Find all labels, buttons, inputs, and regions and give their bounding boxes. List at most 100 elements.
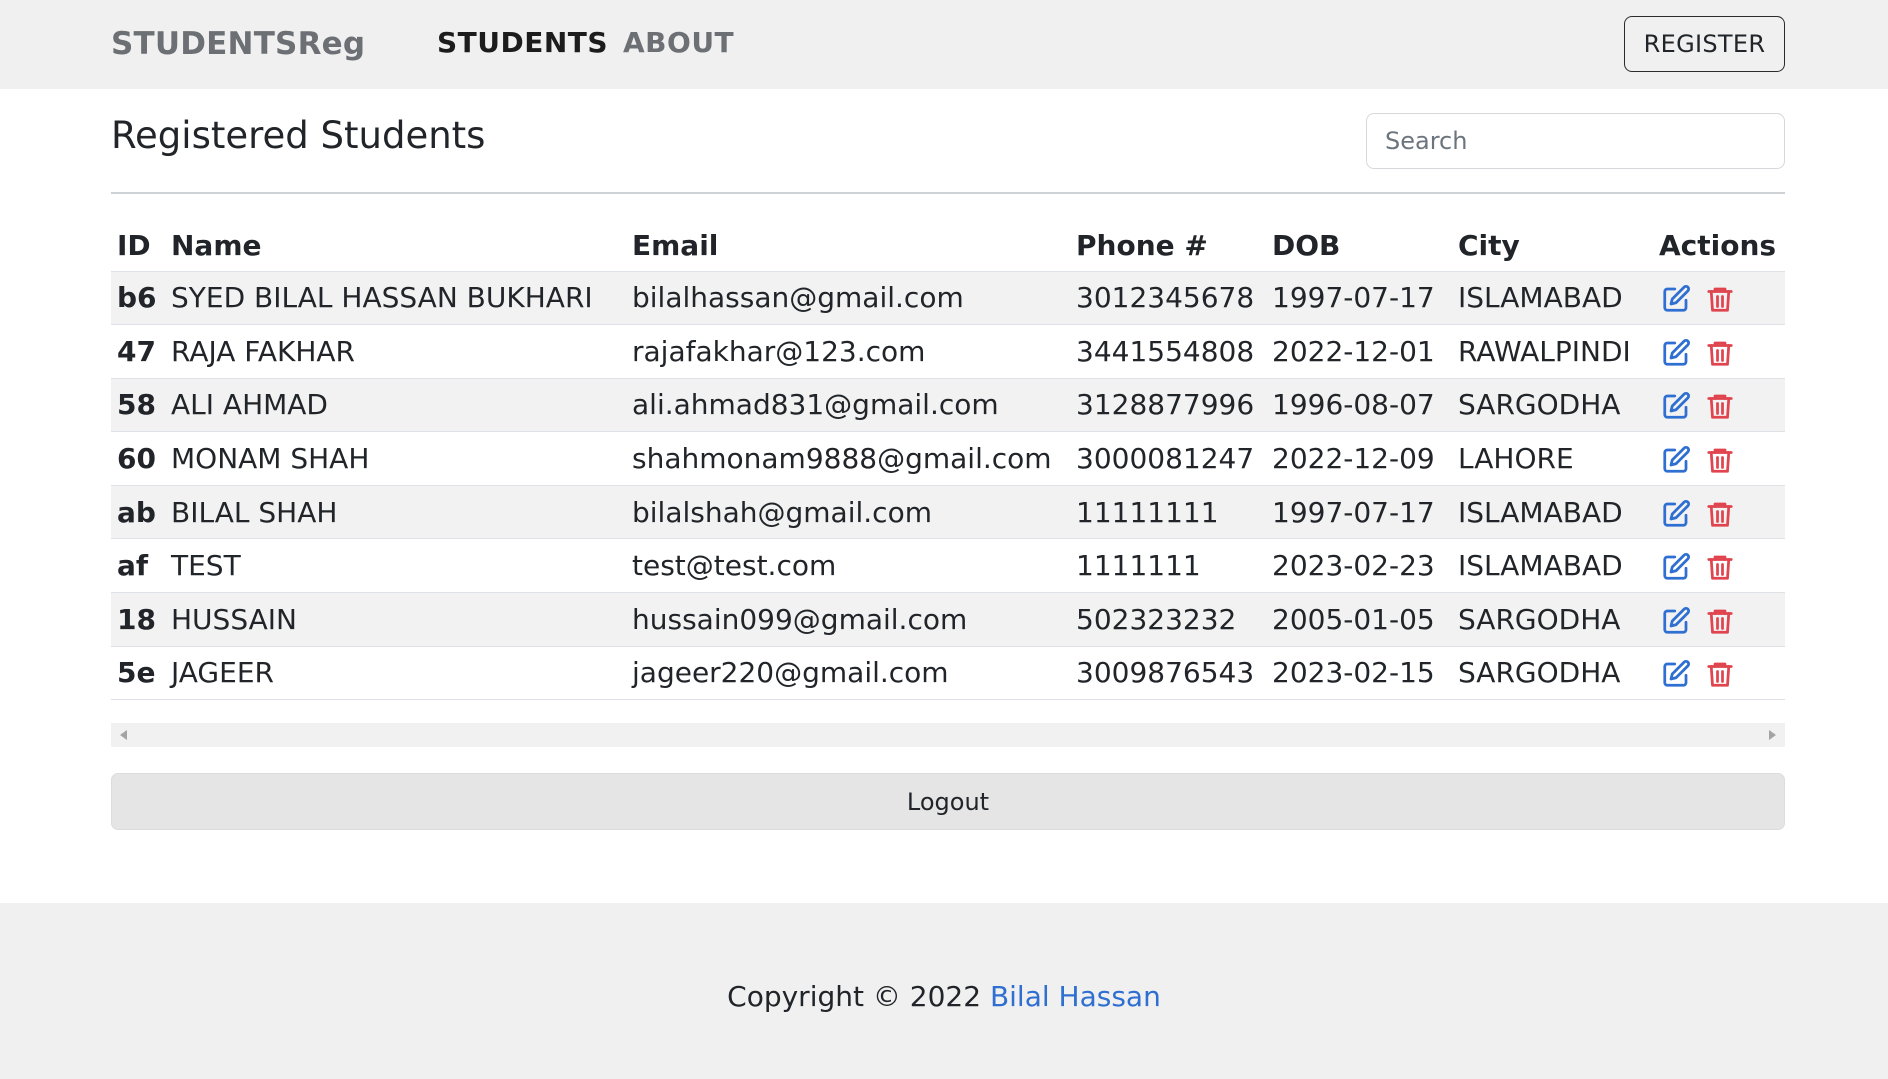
cell-city: SARGODHA xyxy=(1452,378,1653,433)
table-row: b6 SYED BILAL HASSAN BUKHARI bilalhassan@g… xyxy=(111,271,1785,326)
trash-icon[interactable] xyxy=(1705,606,1735,636)
edit-icon[interactable] xyxy=(1661,499,1691,529)
cell-dob: 2005-01-05 xyxy=(1266,592,1452,647)
search-input[interactable] xyxy=(1366,113,1785,169)
cell-name: MONAM SHAH xyxy=(165,431,626,486)
horizontal-scrollbar[interactable] xyxy=(111,723,1785,747)
cell-city: SARGODHA xyxy=(1452,592,1653,647)
cell-id: af xyxy=(111,538,165,594)
column-header-email: Email xyxy=(626,221,1070,272)
cell-city: SARGODHA xyxy=(1452,646,1653,701)
cell-actions xyxy=(1653,538,1785,594)
column-header-id: ID xyxy=(111,221,165,272)
cell-email: rajafakhar@123.com xyxy=(626,324,1070,379)
cell-actions xyxy=(1653,378,1785,433)
cell-city: RAWALPINDI xyxy=(1452,324,1653,379)
table-row: 58 ALI AHMAD ali.ahmad831@gmail.com 3128877… xyxy=(111,378,1785,433)
trash-icon[interactable] xyxy=(1705,284,1735,314)
cell-email: bilalhassan@gmail.com xyxy=(626,271,1070,326)
students-table: ID Name Email Phone # DOB City Actions b… xyxy=(111,221,1785,701)
cell-dob: 1997-07-17 xyxy=(1266,271,1452,326)
cell-dob: 2022-12-01 xyxy=(1266,324,1452,379)
cell-phone: 11111111 xyxy=(1070,485,1266,540)
column-header-phone: Phone # xyxy=(1070,221,1266,272)
trash-icon[interactable] xyxy=(1705,552,1735,582)
cell-actions xyxy=(1653,592,1785,647)
cell-email: test@test.com xyxy=(626,538,1070,594)
cell-phone: 3009876543 xyxy=(1070,646,1266,701)
cell-id: 18 xyxy=(111,592,165,647)
cell-phone: 3000081247 xyxy=(1070,431,1266,486)
edit-icon[interactable] xyxy=(1661,445,1691,475)
column-header-name: Name xyxy=(165,221,626,272)
cell-email: bilalshah@gmail.com xyxy=(626,485,1070,540)
table-header-row: ID Name Email Phone # DOB City Actions xyxy=(111,221,1785,272)
table-row: 5e JAGEER jageer220@gmail.com 3009876543 202… xyxy=(111,646,1785,701)
cell-id: 60 xyxy=(111,431,165,486)
cell-city: ISLAMABAD xyxy=(1452,271,1653,326)
cell-email: shahmonam9888@gmail.com xyxy=(626,431,1070,486)
cell-dob: 2023-02-15 xyxy=(1266,646,1452,701)
cell-name: RAJA FAKHAR xyxy=(165,324,626,379)
table-row: ab BILAL SHAH bilalshah@gmail.com 11111111 1… xyxy=(111,485,1785,540)
nav-link-students[interactable]: STUDENTS xyxy=(437,26,608,59)
edit-icon[interactable] xyxy=(1661,606,1691,636)
cell-city: ISLAMABAD xyxy=(1452,538,1653,594)
cell-id: 58 xyxy=(111,378,165,433)
cell-dob: 1996-08-07 xyxy=(1266,378,1452,433)
logout-button[interactable]: Logout xyxy=(111,773,1785,830)
cell-id: 5e xyxy=(111,646,165,701)
table-body: b6 SYED BILAL HASSAN BUKHARI bilalhassan@g… xyxy=(111,271,1785,701)
navbar: STUDENTSReg STUDENTS ABOUT REGISTER xyxy=(0,0,1888,89)
column-header-city: City xyxy=(1452,221,1653,272)
trash-icon[interactable] xyxy=(1705,391,1735,421)
cell-actions xyxy=(1653,646,1785,701)
cell-id: 47 xyxy=(111,324,165,379)
edit-icon[interactable] xyxy=(1661,338,1691,368)
trash-icon[interactable] xyxy=(1705,338,1735,368)
cell-actions xyxy=(1653,431,1785,486)
brand-logo[interactable]: STUDENTSReg xyxy=(111,26,365,62)
cell-name: SYED BILAL HASSAN BUKHARI xyxy=(165,271,626,326)
cell-city: ISLAMABAD xyxy=(1452,485,1653,540)
cell-phone: 3128877996 xyxy=(1070,378,1266,433)
scroll-right-arrow-icon[interactable] xyxy=(1769,730,1776,740)
copyright-prefix: Copyright © 2022 xyxy=(727,980,990,1013)
nav-link-about[interactable]: ABOUT xyxy=(623,26,734,59)
cell-phone: 3441554808 xyxy=(1070,324,1266,379)
table-row: af TEST test@test.com 1111111 2023-02-23 ISLA… xyxy=(111,538,1785,594)
cell-phone: 3012345678 xyxy=(1070,271,1266,326)
edit-icon[interactable] xyxy=(1661,659,1691,689)
cell-email: jageer220@gmail.com xyxy=(626,646,1070,701)
cell-name: ALI AHMAD xyxy=(165,378,626,433)
cell-name: HUSSAIN xyxy=(165,592,626,647)
scroll-left-arrow-icon[interactable] xyxy=(120,730,127,740)
header-divider xyxy=(111,192,1785,194)
register-button[interactable]: REGISTER xyxy=(1624,16,1785,72)
trash-icon[interactable] xyxy=(1705,659,1735,689)
cell-phone: 1111111 xyxy=(1070,538,1266,594)
cell-dob: 2023-02-23 xyxy=(1266,538,1452,594)
cell-email: hussain099@gmail.com xyxy=(626,592,1070,647)
cell-phone: 502323232 xyxy=(1070,592,1266,647)
cell-name: BILAL SHAH xyxy=(165,485,626,540)
trash-icon[interactable] xyxy=(1705,445,1735,475)
edit-icon[interactable] xyxy=(1661,284,1691,314)
copyright-text: Copyright © 2022 Bilal Hassan xyxy=(0,980,1888,1013)
column-header-dob: DOB xyxy=(1266,221,1452,272)
table-row: 60 MONAM SHAH shahmonam9888@gmail.com 30000… xyxy=(111,431,1785,486)
cell-name: JAGEER xyxy=(165,646,626,701)
cell-id: b6 xyxy=(111,271,165,326)
cell-email: ali.ahmad831@gmail.com xyxy=(626,378,1070,433)
cell-city: LAHORE xyxy=(1452,431,1653,486)
cell-actions xyxy=(1653,271,1785,326)
cell-actions xyxy=(1653,324,1785,379)
author-link[interactable]: Bilal Hassan xyxy=(990,980,1161,1013)
trash-icon[interactable] xyxy=(1705,499,1735,529)
footer: Copyright © 2022 Bilal Hassan xyxy=(0,903,1888,1079)
edit-icon[interactable] xyxy=(1661,391,1691,421)
cell-dob: 2022-12-09 xyxy=(1266,431,1452,486)
edit-icon[interactable] xyxy=(1661,552,1691,582)
column-header-actions: Actions xyxy=(1653,221,1785,272)
page-title: Registered Students xyxy=(111,114,486,157)
